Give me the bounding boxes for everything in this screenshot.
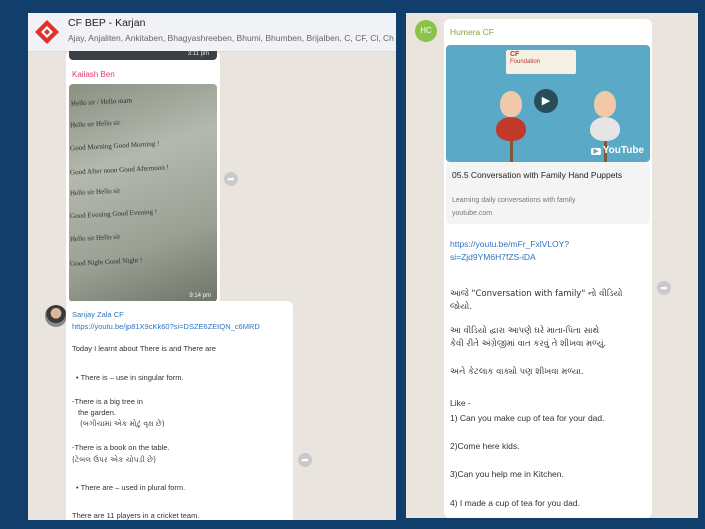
gujarati-line: (બગીચામાં એક મોટું વૃક્ષ છે) [80, 419, 165, 428]
avatar[interactable] [45, 305, 67, 327]
sender-name: Humera CF [450, 27, 494, 37]
video-thumbnail[interactable]: CF Foundation ▶ ▶ YouTube [446, 45, 650, 162]
sender-name: Sanjay Zala CF [72, 310, 124, 319]
video-description: Learning daily conversations with family [452, 197, 576, 204]
gujarati-line: અને કેટલાક વાક્યો પણ શીખવા મળ્યા. [450, 367, 584, 377]
thumbnail-banner: CF Foundation [506, 50, 576, 74]
video-domain: youtube.com [452, 210, 493, 217]
youtube-link[interactable]: https://youtu.be/jp81X9cKk60?si=DSZE6ZEt… [72, 322, 260, 331]
youtube-link[interactable]: https://youtu.be/mFr_FxlVLOY?si=Zjd9YM6H… [450, 238, 640, 264]
photo-text-line: Hello sir / Hello mam [70, 96, 133, 108]
photo-text-line: Hello sir Hello sir [69, 118, 121, 130]
banner-logo: CF [510, 51, 520, 58]
link-preview-card[interactable]: 05.5 Conversation with Family Hand Puppe… [446, 162, 650, 224]
list-item: 3)Can you help me in Kitchen. [450, 469, 564, 479]
photo-time: 9:14 pm [189, 293, 211, 299]
notebook-photo[interactable]: Hello sir / Hello mam Hello sir Hello si… [69, 84, 217, 302]
gujarati-line: આજે "Conversation with family" નો વીડિયો [450, 289, 623, 299]
message-time: 3:11 pm [187, 51, 209, 57]
photo-text-line: Hello sir Hello sir [69, 232, 121, 244]
photo-text-line: Good Evening Good Evening ! [69, 207, 158, 221]
image-message-bubble[interactable]: 3:11 pm Kailash Ben Hello sir / Hello ma… [66, 51, 220, 306]
message-line: • There is – use in singular form. [76, 373, 184, 382]
puppet-figure [590, 117, 620, 141]
message-line: the garden. [78, 408, 116, 417]
puppet-figure [594, 91, 616, 117]
chat-header[interactable]: CF BEP - Karjan Ajay, Anjaliten, Ankitab… [28, 13, 396, 52]
photo-text-line: Good After noon Good Afternoon ! [69, 163, 170, 177]
list-intro: Like - [450, 398, 471, 408]
puppet-stick [510, 141, 513, 162]
group-title: CF BEP - Karjan [68, 17, 146, 29]
list-item: 1) Can you make cup of tea for your dad. [450, 413, 605, 423]
message-line: -There is a big tree in [72, 397, 143, 406]
previous-photo-strip: 3:11 pm [69, 51, 217, 60]
platform-name: YouTube [602, 145, 644, 156]
puppet-figure [496, 117, 526, 141]
message-line: There are 11 players in a cricket team. [72, 511, 200, 520]
photo-text-line: Good Night Good Night ! [69, 256, 143, 268]
sender-name: Kailash Ben [72, 70, 115, 79]
video-title: 05.5 Conversation with Family Hand Puppe… [452, 170, 623, 180]
banner-text: Foundation [510, 59, 541, 65]
right-chat-panel: HC Humera CF CF Foundation ▶ ▶ YouTube 05… [406, 13, 698, 518]
text-message-bubble[interactable]: Sanjay Zala CF https://youtu.be/jp81X9cK… [66, 301, 293, 520]
message-line: -There is a book on the table. [72, 443, 170, 452]
left-chat-panel: CF BEP - Karjan Ajay, Anjaliten, Ankitab… [28, 13, 396, 520]
gujarati-line: (ટેબલ ઉપર એક ચોપડી છે) [72, 455, 156, 464]
youtube-logo-icon: ▶ YouTube [591, 145, 644, 156]
share-arrow-icon[interactable]: ➦ [657, 281, 671, 295]
photo-text-line: Hello sir Hello sir [69, 186, 121, 198]
gujarati-line: કેવી રીતે અંગ્રેજીમાં વાત કરવું તે શીખવા… [450, 339, 607, 349]
avatar[interactable]: HC [415, 20, 437, 42]
photo-text-line: Good Morning Good Morning ! [69, 139, 160, 153]
group-logo-icon [35, 20, 59, 44]
list-item: 2)Come here kids. [450, 441, 520, 451]
message-line: • There are – used in plural form. [76, 483, 186, 492]
puppet-figure [500, 91, 522, 117]
group-members: Ajay, Anjaliten, Ankitaben, Bhagyashreeb… [68, 33, 394, 43]
video-message-bubble[interactable]: Humera CF CF Foundation ▶ ▶ YouTube 05.5 … [444, 19, 652, 518]
share-arrow-icon[interactable]: ➦ [298, 453, 312, 467]
gujarati-line: જોયો. [450, 302, 472, 312]
share-arrow-icon[interactable]: ➦ [224, 172, 238, 186]
play-icon[interactable]: ▶ [534, 89, 558, 113]
message-line: Today I learnt about There is and There … [72, 344, 216, 353]
gujarati-line: આ વીડિયો દ્વારા આપણે ઘરે માતા-પિતા સાથે [450, 326, 600, 336]
list-item: 4) I made a cup of tea for you dad. [450, 498, 580, 508]
